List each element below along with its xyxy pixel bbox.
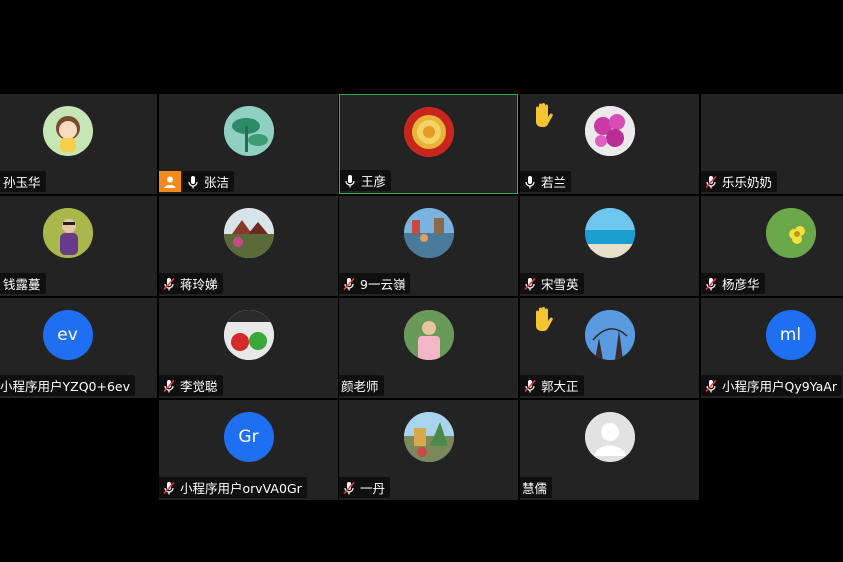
avatar [584, 208, 635, 258]
avatar-initials: ev [42, 310, 93, 360]
participant-name-tag: 李觉聪 [159, 375, 223, 396]
participant-name-tag: 孙玉华 [0, 171, 46, 192]
mic-muted-icon [705, 379, 717, 392]
avatar [403, 310, 454, 360]
participant-name-tag: 小程序用户Qy9YaAr [701, 375, 842, 396]
participant-name: 小程序用户YZQ0+6ev [0, 379, 131, 394]
participant-name: 郭大正 [541, 379, 579, 394]
participant-name-tag: 小程序用户orvVA0Gr [159, 477, 307, 498]
participant-name-tag: 慧儒 [520, 477, 553, 498]
participant-grid: 孙玉华 张洁 王彦 若兰 乐乐奶奶 钱露蔓 蒋玲娣 9一云嶺 宋雪英 杨彦华 e… [0, 94, 843, 504]
avatar [223, 208, 274, 258]
participant-name: 慧儒 [522, 481, 548, 496]
avatar [403, 107, 454, 157]
participant-name: 宋雪英 [541, 277, 579, 292]
participant-tile[interactable]: 杨彦华 [701, 196, 843, 296]
participant-name-tag: 杨彦华 [701, 273, 765, 294]
participant-name: 蒋玲娣 [180, 277, 218, 292]
avatar [42, 106, 93, 156]
mic-icon [525, 175, 535, 188]
participant-name-tag: 一丹 [339, 477, 391, 498]
participant-tile[interactable]: 张洁 [159, 94, 338, 194]
participant-name: 钱露蔓 [3, 277, 41, 292]
mic-muted-icon [163, 379, 175, 392]
avatar [223, 106, 274, 156]
participant-name: 一丹 [360, 481, 386, 496]
participant-name: 李觉聪 [180, 379, 218, 394]
mic-muted-icon [343, 481, 355, 494]
mic-muted-icon [163, 277, 175, 290]
participant-name: 王彦 [361, 174, 387, 189]
participant-tile[interactable]: 9一云嶺 [339, 196, 518, 296]
participant-tile[interactable]: 郭大正 [520, 298, 699, 398]
participant-tile[interactable]: 孙玉华 [0, 94, 157, 194]
mic-muted-icon [163, 481, 175, 494]
participant-name: 小程序用户Qy9YaAr [722, 379, 837, 394]
participant-name-tag: 小程序用户YZQ0+6ev [0, 375, 136, 396]
participant-name: 9一云嶺 [360, 277, 406, 292]
participant-name: 若兰 [541, 175, 567, 190]
participant-name-tag: 张洁 [183, 171, 235, 192]
mic-muted-icon [524, 379, 536, 392]
mic-muted-icon [705, 277, 717, 290]
participant-name: 杨彦华 [722, 277, 760, 292]
participant-tile[interactable]: Gr 小程序用户orvVA0Gr [159, 400, 338, 500]
participant-name-tag: 郭大正 [520, 375, 584, 396]
participant-tile[interactable]: ml 小程序用户Qy9YaAr [701, 298, 843, 398]
participant-name: 乐乐奶奶 [722, 175, 773, 190]
avatar [584, 310, 635, 360]
participant-tile[interactable]: 若兰 [520, 94, 699, 194]
participant-tile[interactable]: 一丹 [339, 400, 518, 500]
participant-tile[interactable]: 蒋玲娣 [159, 196, 338, 296]
avatar-initials-text: ml [779, 325, 802, 345]
participant-tile[interactable]: ev 小程序用户YZQ0+6ev [0, 298, 157, 398]
participant-name-tag: 乐乐奶奶 [701, 171, 778, 192]
participant-name: 张洁 [204, 175, 230, 190]
participant-name-tag: 宋雪英 [520, 273, 584, 294]
avatar-initials-text: Gr [238, 427, 259, 447]
participant-tile[interactable]: 颜老师 [339, 298, 518, 398]
participant-tile[interactable]: 钱露蔓 [0, 196, 157, 296]
participant-name-tag: 钱露蔓 [0, 273, 46, 294]
participant-name: 小程序用户orvVA0Gr [180, 481, 302, 496]
avatar-initials-text: ev [57, 325, 78, 345]
mic-muted-icon [705, 175, 717, 188]
avatar [223, 310, 274, 360]
mic-icon [188, 175, 198, 188]
participant-name: 孙玉华 [3, 175, 41, 190]
avatar [403, 412, 454, 462]
participant-name-tag: 颜老师 [339, 375, 384, 396]
raised-hand-icon [536, 307, 553, 332]
raised-hand-icon [536, 103, 553, 128]
mic-icon [345, 174, 355, 187]
mic-muted-icon [343, 277, 355, 290]
avatar [765, 208, 816, 258]
avatar [42, 208, 93, 258]
participant-name-tag: 王彦 [340, 170, 392, 191]
participant-name-tag: 蒋玲娣 [159, 273, 223, 294]
participant-tile-active-speaker[interactable]: 王彦 [339, 94, 518, 194]
mic-muted-icon [524, 277, 536, 290]
participant-tile[interactable]: 宋雪英 [520, 196, 699, 296]
participant-tile[interactable]: 李觉聪 [159, 298, 338, 398]
user-icon [164, 176, 176, 188]
avatar-initials: Gr [223, 412, 274, 462]
default-avatar-icon [584, 412, 635, 462]
host-badge [159, 171, 181, 192]
avatar [403, 208, 454, 258]
participant-tile[interactable]: 慧儒 [520, 400, 699, 500]
participant-name: 颜老师 [341, 379, 379, 394]
participant-name-tag: 9一云嶺 [339, 273, 411, 294]
participant-tile[interactable]: 乐乐奶奶 [701, 94, 843, 194]
participant-name-tag: 若兰 [520, 171, 572, 192]
avatar [584, 106, 635, 156]
avatar-initials: ml [765, 310, 816, 360]
